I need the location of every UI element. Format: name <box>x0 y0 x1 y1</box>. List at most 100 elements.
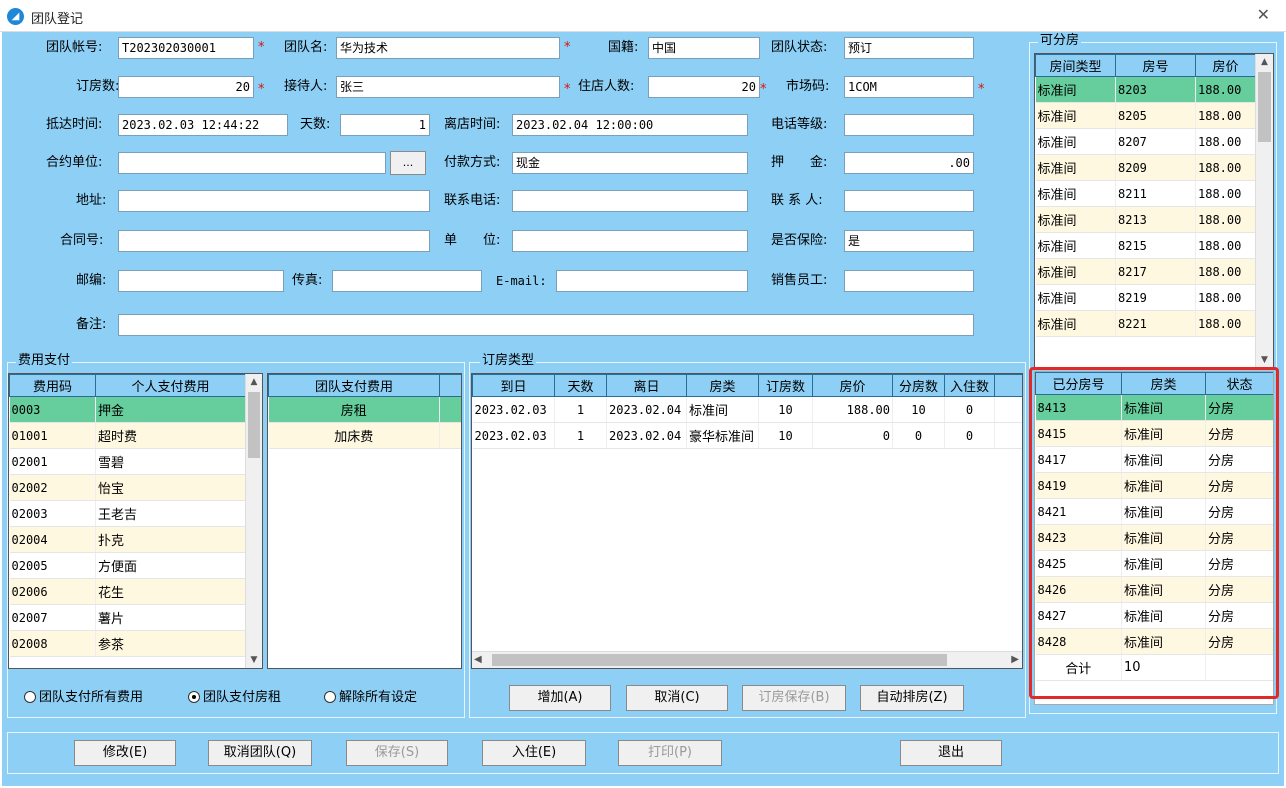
fee-row[interactable]: 02005 方便面 <box>9 552 246 579</box>
close-icon[interactable]: ✕ <box>1257 5 1270 24</box>
radio-label: 团队支付所有费用 <box>39 690 144 705</box>
available-room-row[interactable]: 标准间 8209 188.00 <box>1035 154 1256 181</box>
column-header[interactable]: 个人支付费用 <box>95 374 246 397</box>
departure-time-input[interactable]: 2023.02.04 12:00:00 <box>512 114 748 136</box>
insured-input[interactable]: 是 <box>844 230 974 252</box>
column-header[interactable]: 房价 <box>812 374 893 397</box>
team-name-input[interactable]: 华为技术 <box>336 37 560 59</box>
arrival-time-input[interactable]: 2023.02.03 12:44:22 <box>118 114 288 136</box>
radio-clear-all[interactable]: 解除所有设定 <box>324 688 417 708</box>
chevron-right-icon[interactable]: ▶ <box>1011 652 1019 668</box>
radio-team-pays-all[interactable]: 团队支付所有费用 <box>24 688 143 708</box>
market-code-input[interactable]: 1COM <box>844 76 974 98</box>
chevron-up-icon[interactable]: ▲ <box>246 374 262 390</box>
fee-row[interactable]: 0003 押金 <box>9 396 246 423</box>
booking-horizontal-scrollbar[interactable]: ◀ ▶ <box>472 651 1022 668</box>
contract-unit-input[interactable] <box>118 152 386 174</box>
phone-level-input[interactable] <box>844 114 974 136</box>
column-header[interactable]: 房号 <box>1115 54 1196 77</box>
chevron-down-icon[interactable]: ▼ <box>246 652 262 668</box>
fee-row[interactable]: 01001 超时费 <box>9 422 246 449</box>
team-account-input[interactable]: T202302030001 <box>118 37 254 59</box>
column-header-empty <box>994 374 1022 397</box>
scrollbar-thumb[interactable] <box>248 392 260 458</box>
address-input[interactable] <box>118 190 430 212</box>
modify-button[interactable]: 修改(E) <box>74 740 176 766</box>
available-room-row[interactable]: 标准间 8207 188.00 <box>1035 128 1256 155</box>
available-room-row[interactable]: 标准间 8211 188.00 <box>1035 180 1256 207</box>
team-fee-row[interactable]: 房租 <box>268 396 461 423</box>
print-button[interactable]: 打印(P) <box>618 740 722 766</box>
available-room-row[interactable]: 标准间 8203 188.00 <box>1035 76 1256 103</box>
save-button[interactable]: 保存(S) <box>346 740 448 766</box>
fee-row[interactable]: 02002 怡宝 <box>9 474 246 501</box>
chevron-down-icon[interactable]: ▼ <box>1256 352 1273 368</box>
guest-count-input[interactable]: 20 <box>648 76 760 98</box>
column-header[interactable]: 费用码 <box>9 374 96 397</box>
fee-row[interactable]: 02004 扑克 <box>9 526 246 553</box>
room-count: 10 <box>758 396 813 423</box>
column-header[interactable]: 房间类型 <box>1035 54 1116 77</box>
fee-row[interactable]: 02008 参茶 <box>9 630 246 657</box>
contract-no-input[interactable] <box>118 230 430 252</box>
cancel-booking-button[interactable]: 取消(C) <box>626 685 728 711</box>
deposit-input[interactable]: .00 <box>844 152 974 174</box>
available-room-row[interactable]: 标准间 8215 188.00 <box>1035 232 1256 259</box>
column-header[interactable]: 订房数 <box>758 374 813 397</box>
email-input[interactable] <box>556 270 748 292</box>
contract-unit-browse-button[interactable]: ... <box>390 151 426 175</box>
exit-button[interactable]: 退出 <box>900 740 1002 766</box>
auto-assign-button[interactable]: 自动排房(Z) <box>860 685 964 711</box>
column-header[interactable]: 团队支付费用 <box>268 374 440 397</box>
fee-row[interactable]: 02007 薯片 <box>9 604 246 631</box>
column-header[interactable]: 到日 <box>472 374 555 397</box>
sales-staff-input[interactable] <box>844 270 974 292</box>
fee-row[interactable]: 02001 雪碧 <box>9 448 246 475</box>
room-type: 标准间 <box>1035 154 1116 181</box>
available-room-row[interactable]: 标准间 8217 188.00 <box>1035 258 1256 285</box>
available-room-row[interactable]: 标准间 8205 188.00 <box>1035 102 1256 129</box>
personal-fee-scrollbar[interactable]: ▲ ▼ <box>245 374 262 668</box>
contact-phone-input[interactable] <box>512 190 748 212</box>
team-fee-grid: 团队支付费用 房租 加床费 <box>267 373 462 669</box>
checkin-button[interactable]: 入住(E) <box>482 740 586 766</box>
days-input[interactable]: 1 <box>340 114 430 136</box>
column-header[interactable]: 房价 <box>1195 54 1256 77</box>
booking-row[interactable]: 2023.02.03 1 2023.02.04 标准间 10 188.00 10 0 <box>472 396 1022 423</box>
fax-input[interactable] <box>332 270 482 292</box>
column-header[interactable]: 分房数 <box>892 374 945 397</box>
available-room-row[interactable]: 标准间 8213 188.00 <box>1035 206 1256 233</box>
add-booking-button[interactable]: 增加(A) <box>509 685 611 711</box>
chevron-left-icon[interactable]: ◀ <box>474 652 482 668</box>
radio-team-pays-rent[interactable]: 团队支付房租 <box>188 688 281 708</box>
room-count-input[interactable]: 20 <box>118 76 254 98</box>
fee-row[interactable]: 02006 花生 <box>9 578 246 605</box>
payment-method-input[interactable]: 现金 <box>512 152 748 174</box>
available-room-row[interactable]: 标准间 8221 188.00 <box>1035 310 1256 337</box>
available-rooms-title: 可分房 <box>1038 33 1082 48</box>
booking-row[interactable]: 2023.02.03 1 2023.02.04 豪华标准间 10 0 0 0 <box>472 422 1022 449</box>
scrollbar-thumb[interactable] <box>1258 72 1271 142</box>
chevron-up-icon[interactable]: ▲ <box>1256 54 1273 70</box>
days: 1 <box>554 396 607 423</box>
required-mark: * <box>564 82 571 97</box>
team-status-input[interactable]: 预订 <box>844 37 974 59</box>
postcode-input[interactable] <box>118 270 284 292</box>
save-booking-button[interactable]: 订房保存(B) <box>742 685 846 711</box>
contact-person-input[interactable] <box>844 190 974 212</box>
column-header[interactable]: 离日 <box>606 374 687 397</box>
nationality-input[interactable]: 中国 <box>648 37 760 59</box>
scrollbar-thumb[interactable] <box>492 654 947 666</box>
room-type: 标准间 <box>1035 180 1116 207</box>
unit-input[interactable] <box>512 230 748 252</box>
cancel-team-button[interactable]: 取消团队(Q) <box>208 740 312 766</box>
team-fee-row[interactable]: 加床费 <box>268 422 461 449</box>
available-rooms-scrollbar[interactable]: ▲ ▼ <box>1255 54 1273 368</box>
column-header[interactable]: 房类 <box>686 374 759 397</box>
column-header[interactable]: 天数 <box>554 374 607 397</box>
column-header[interactable]: 入住数 <box>944 374 995 397</box>
remarks-input[interactable] <box>118 314 974 336</box>
fee-row[interactable]: 02003 王老吉 <box>9 500 246 527</box>
available-room-row[interactable]: 标准间 8219 188.00 <box>1035 284 1256 311</box>
receiver-input[interactable]: 张三 <box>336 76 560 98</box>
